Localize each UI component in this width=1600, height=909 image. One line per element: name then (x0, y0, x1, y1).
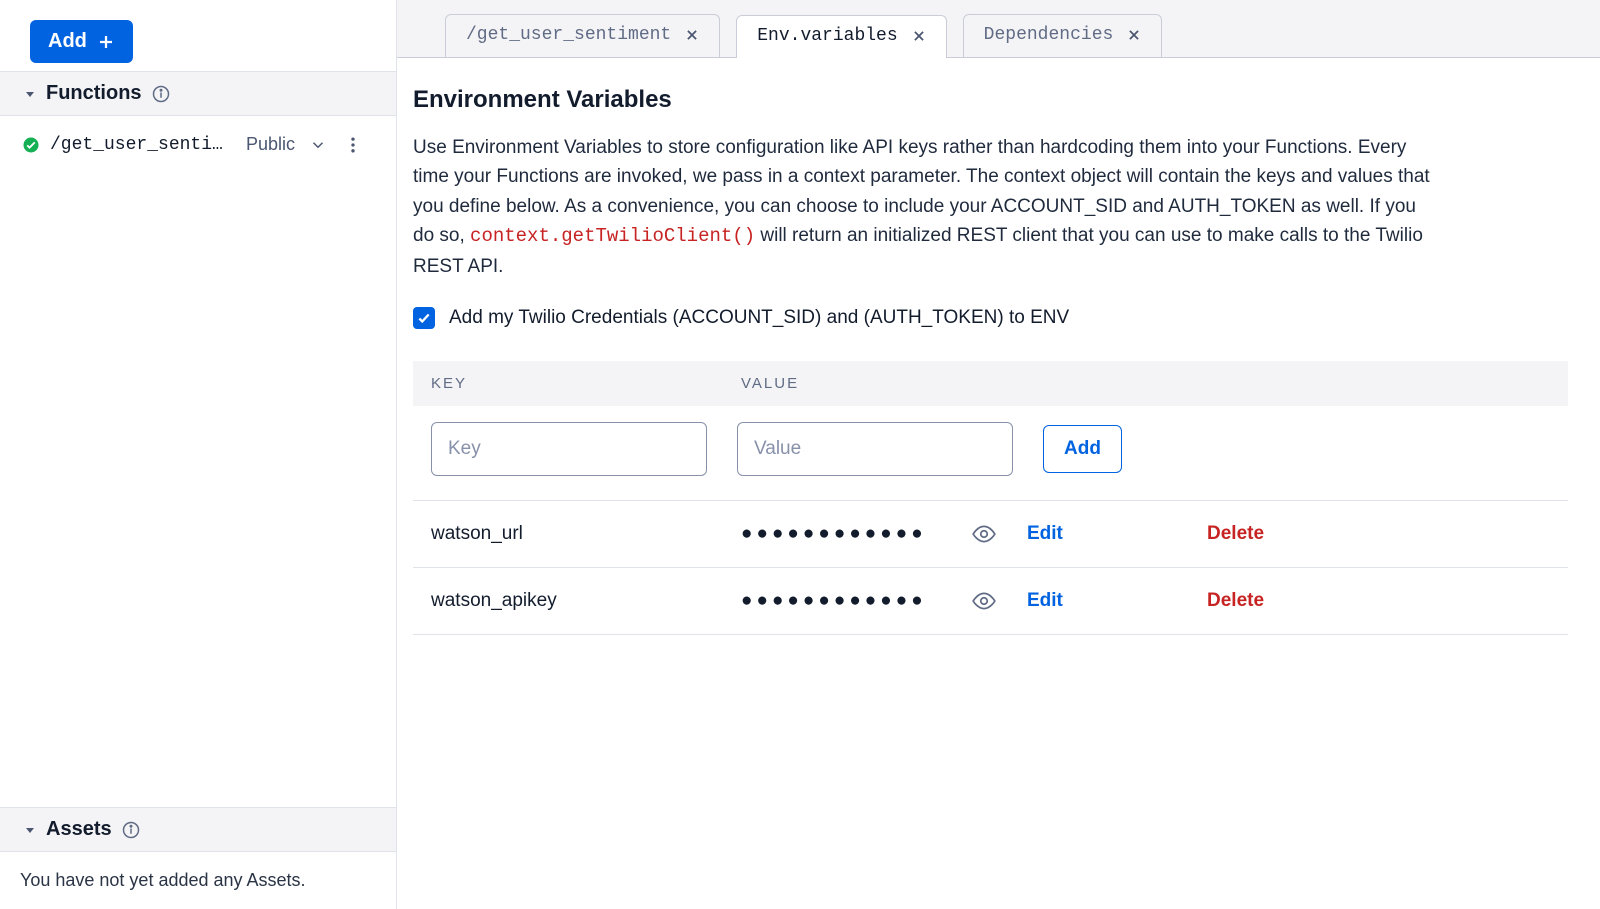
header-key: KEY (431, 375, 741, 392)
sidebar-spacer (0, 173, 396, 807)
chevron-down-icon[interactable] (309, 136, 327, 154)
delete-link[interactable]: Delete (1207, 523, 1264, 545)
page-title: Environment Variables (413, 86, 1568, 114)
sidebar-top: Add (0, 0, 396, 71)
assets-section-header[interactable]: Assets (0, 807, 396, 852)
tab-label: Dependencies (984, 25, 1114, 45)
tab-env-variables[interactable]: Env.variables (736, 15, 946, 58)
add-row: Add (413, 406, 1568, 501)
close-icon[interactable] (912, 29, 926, 43)
tab-label: Env.variables (757, 26, 897, 46)
functions-title: Functions (46, 82, 142, 105)
functions-list: /get_user_sentim… Public (0, 116, 396, 173)
key-input[interactable] (431, 422, 707, 476)
add-env-var-button[interactable]: Add (1043, 425, 1122, 473)
add-credentials-checkbox[interactable] (413, 307, 435, 329)
env-value-masked: ●●●●●●●●●●●● (741, 590, 971, 612)
table-header: KEY VALUE (413, 361, 1568, 406)
content: Environment Variables Use Environment Va… (397, 58, 1600, 659)
desc-code: context.getTwilioClient() (470, 225, 755, 247)
caret-down-icon (24, 824, 36, 836)
value-input[interactable] (737, 422, 1013, 476)
tab-label: /get_user_sentiment (466, 25, 671, 45)
function-visibility: Public (246, 134, 295, 155)
plus-icon (97, 33, 115, 51)
add-button-label: Add (48, 30, 87, 53)
function-name: /get_user_sentim… (50, 135, 230, 155)
checkbox-row: Add my Twilio Credentials (ACCOUNT_SID) … (413, 307, 1568, 329)
edit-link[interactable]: Edit (1027, 590, 1207, 612)
table-row: watson_url ●●●●●●●●●●●● Edit Delete (413, 501, 1568, 568)
delete-link[interactable]: Delete (1207, 590, 1264, 612)
header-value: VALUE (741, 375, 1051, 392)
eye-icon[interactable] (971, 521, 997, 547)
functions-section-header[interactable]: Functions (0, 71, 396, 116)
eye-icon[interactable] (971, 588, 997, 614)
table-row: watson_apikey ●●●●●●●●●●●● Edit Delete (413, 568, 1568, 635)
tab-bar: /get_user_sentiment Env.variables Depend… (397, 0, 1600, 58)
caret-down-icon (24, 88, 36, 100)
function-row[interactable]: /get_user_sentim… Public (16, 130, 380, 159)
close-icon[interactable] (1127, 28, 1141, 42)
info-icon[interactable] (152, 85, 170, 103)
close-icon[interactable] (685, 28, 699, 42)
status-success-icon (22, 136, 40, 154)
checkbox-label: Add my Twilio Credentials (ACCOUNT_SID) … (449, 307, 1069, 329)
main: /get_user_sentiment Env.variables Depend… (397, 0, 1600, 909)
env-key: watson_url (431, 523, 741, 545)
tab-dependencies[interactable]: Dependencies (963, 14, 1163, 57)
edit-link[interactable]: Edit (1027, 523, 1207, 545)
assets-empty: You have not yet added any Assets. (0, 852, 396, 909)
env-value-masked: ●●●●●●●●●●●● (741, 523, 971, 545)
page-description: Use Environment Variables to store confi… (413, 133, 1433, 281)
tab-get-user-sentiment[interactable]: /get_user_sentiment (445, 14, 720, 57)
assets-title: Assets (46, 818, 112, 841)
kebab-menu-icon[interactable] (343, 135, 363, 155)
add-button[interactable]: Add (30, 20, 133, 63)
sidebar: Add Functions /get_user_sentim… Public A… (0, 0, 397, 909)
check-icon (417, 311, 431, 325)
env-key: watson_apikey (431, 590, 741, 612)
env-var-table: KEY VALUE Add watson_url ●●●●●●●●●●●● Ed… (413, 361, 1568, 635)
info-icon[interactable] (122, 821, 140, 839)
